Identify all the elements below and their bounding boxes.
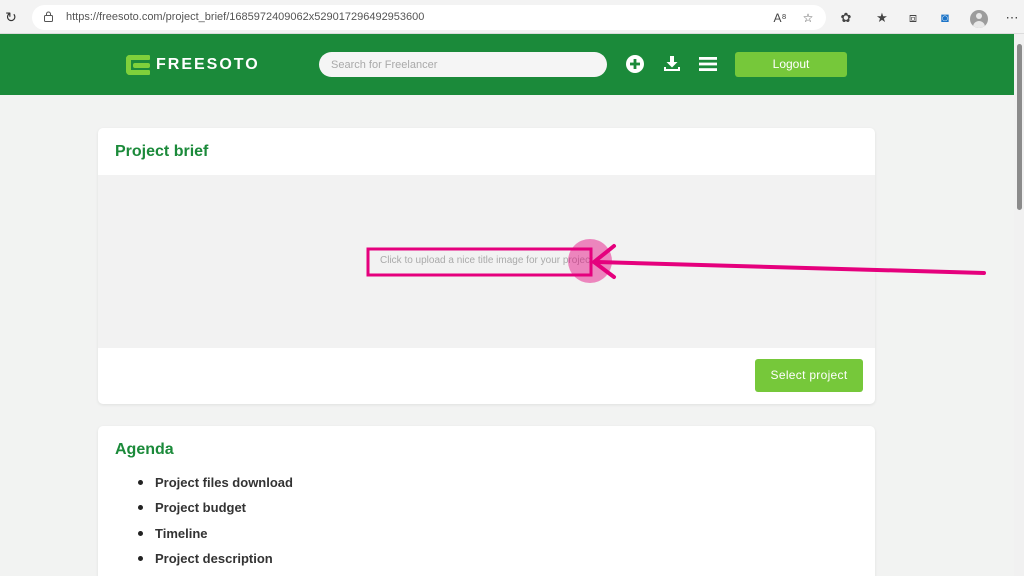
browser-toolbar: ↻ https://freesoto.com/project_brief/168… <box>0 0 1024 34</box>
profile-icon[interactable] <box>970 10 988 28</box>
address-url[interactable]: https://freesoto.com/project_brief/16859… <box>66 11 424 23</box>
download-icon[interactable] <box>663 55 681 73</box>
agenda-item: Project files download <box>138 474 293 499</box>
logout-button[interactable]: Logout <box>735 52 847 77</box>
address-bar[interactable]: https://freesoto.com/project_brief/16859… <box>32 5 826 30</box>
agenda-card: Agenda Project files download Project bu… <box>98 426 875 576</box>
add-icon[interactable] <box>626 55 644 73</box>
logo-mark-icon <box>126 55 152 75</box>
logo-text: FREESOTO <box>156 56 260 73</box>
agenda-item: Project description <box>138 550 293 575</box>
reload-icon[interactable]: ↻ <box>3 9 19 25</box>
upload-prompt[interactable]: Click to upload a nice title image for y… <box>380 255 593 266</box>
agenda-item: Project budget <box>138 499 293 524</box>
edge-browser-icon[interactable]: ◙ <box>937 10 953 26</box>
lock-icon <box>44 11 53 22</box>
favorite-star-icon[interactable]: ☆ <box>800 10 816 26</box>
logo[interactable]: FREESOTO <box>126 55 260 75</box>
agenda-list: Project files download Project budget Ti… <box>138 474 293 575</box>
collections-icon[interactable]: ⧈ <box>905 10 921 26</box>
more-icon[interactable]: ⋯ <box>1004 10 1020 26</box>
agenda-item: Timeline <box>138 525 293 550</box>
read-aloud-icon[interactable]: A⁸ <box>772 10 788 26</box>
site-header: FREESOTO Logout <box>0 34 1014 95</box>
menu-icon[interactable] <box>699 55 717 73</box>
scrollbar[interactable] <box>1014 34 1024 576</box>
project-brief-card: Project brief Click to upload a nice tit… <box>98 128 875 404</box>
favorites-icon[interactable]: ★ <box>874 10 890 26</box>
agenda-title: Agenda <box>115 441 174 458</box>
extensions-icon[interactable]: ✿ <box>838 10 854 26</box>
project-brief-title: Project brief <box>115 143 209 160</box>
select-project-button[interactable]: Select project <box>755 359 863 392</box>
search-input[interactable] <box>319 52 607 77</box>
title-image-upload[interactable]: Click to upload a nice title image for y… <box>98 175 875 348</box>
scrollbar-thumb[interactable] <box>1017 44 1022 210</box>
